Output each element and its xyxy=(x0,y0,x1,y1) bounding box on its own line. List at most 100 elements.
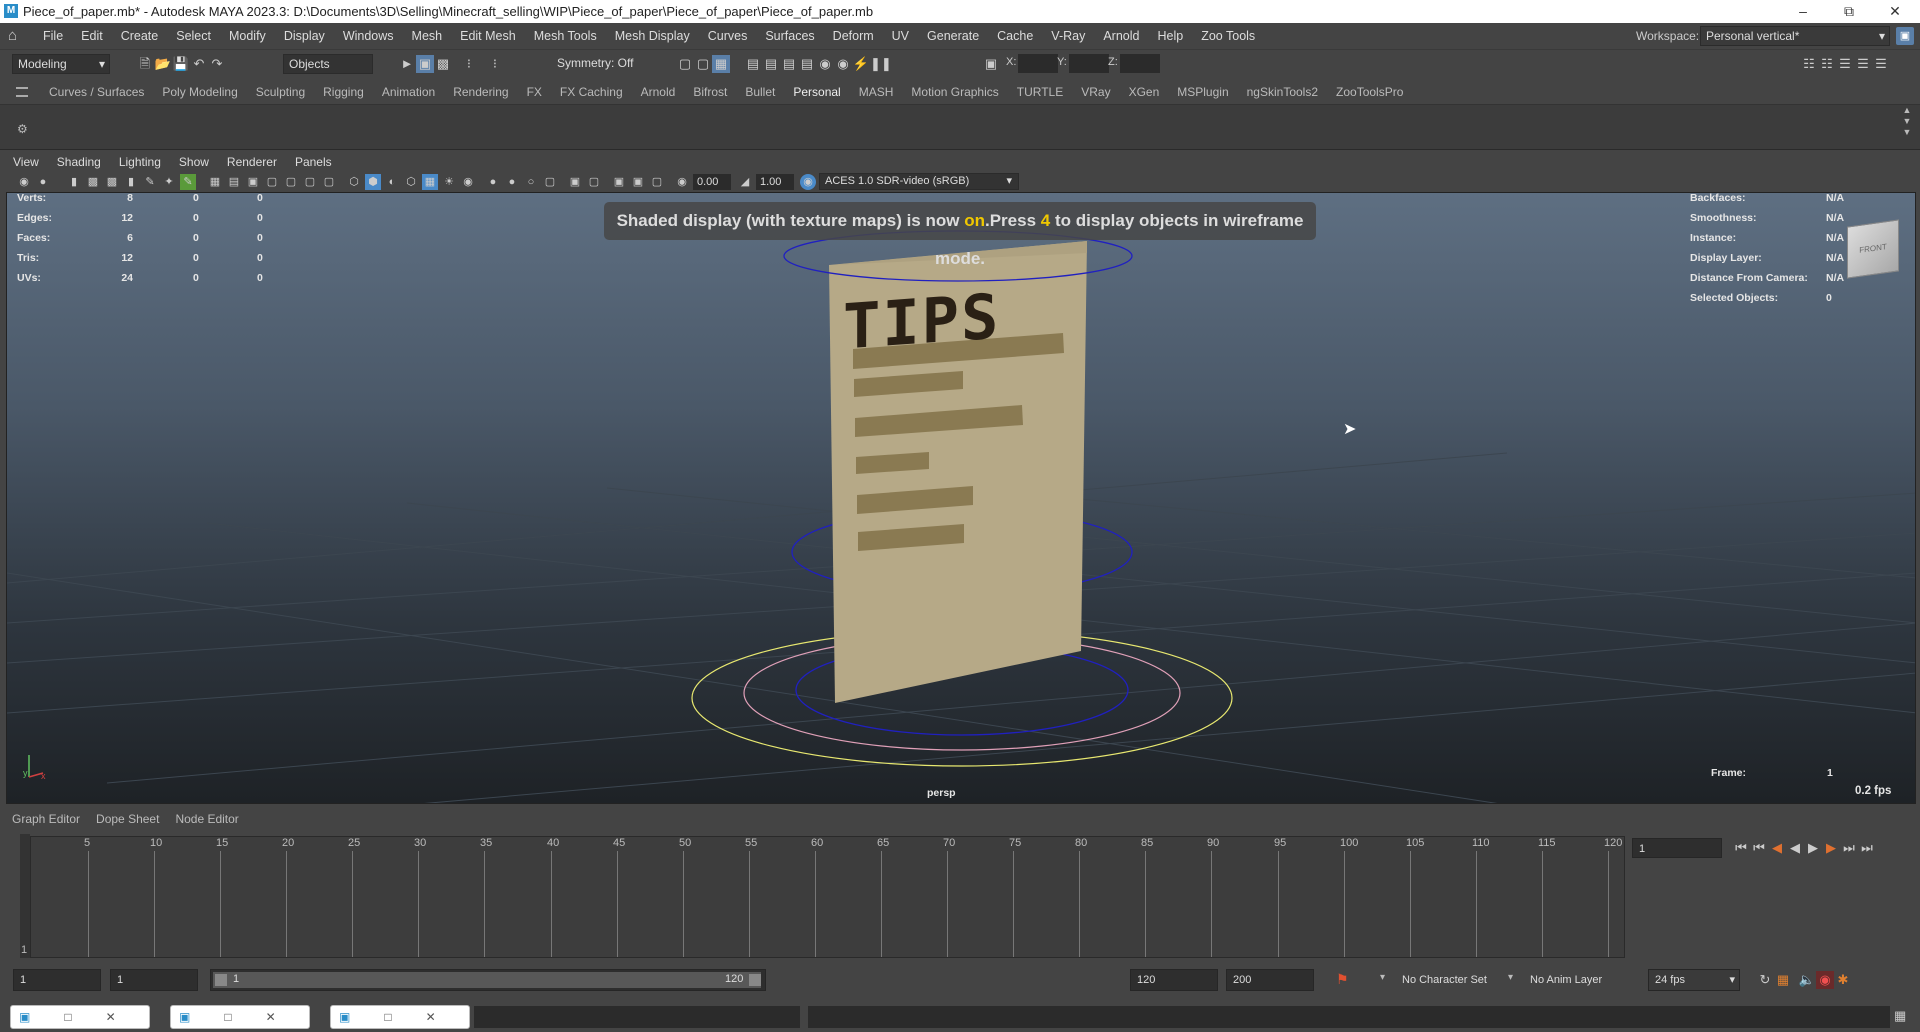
viewport-menu-shading[interactable]: Shading xyxy=(48,153,110,171)
snap-curve-icon[interactable]: ⁝ xyxy=(486,55,504,73)
gate-mask-icon[interactable]: ▣ xyxy=(245,174,261,190)
backface-culling-icon[interactable]: ▢ xyxy=(649,174,665,190)
shelf-tab-animation[interactable]: Animation xyxy=(373,79,444,105)
playback-start-field[interactable]: 1 xyxy=(110,969,198,991)
output-ops-icon[interactable]: ▢ xyxy=(694,55,712,73)
modeling-toolkit-icon[interactable]: ☷ xyxy=(1800,55,1818,73)
command-line-input[interactable] xyxy=(474,1006,800,1028)
shelf-tab-mash[interactable]: MASH xyxy=(850,79,903,105)
close-icon[interactable]: ✕ xyxy=(106,1010,116,1024)
play-backwards-icon[interactable]: ◀ xyxy=(1786,839,1804,857)
transform-mode-icon[interactable]: ▣ xyxy=(982,55,1000,73)
wireframe-cube-icon[interactable]: ⬡ xyxy=(346,174,362,190)
menu-surfaces[interactable]: Surfaces xyxy=(756,23,823,49)
resolution-gate-icon[interactable]: ▤ xyxy=(226,174,242,190)
motion-blur-icon[interactable]: ● xyxy=(504,174,520,190)
select-camera-icon[interactable]: ◉ xyxy=(16,174,32,190)
scene-start-field[interactable]: 1 xyxy=(13,969,101,991)
safe-action-icon[interactable]: ▢ xyxy=(283,174,299,190)
menu-file[interactable]: File xyxy=(34,23,72,49)
shelf-tab-fx-caching[interactable]: FX Caching xyxy=(551,79,632,105)
step-back-key-icon[interactable]: ⏮ xyxy=(1750,839,1768,857)
vray-ipr-icon[interactable]: ⚡ xyxy=(852,55,870,73)
save-scene-icon[interactable]: 💾 xyxy=(172,55,190,73)
time-slider[interactable]: 1 5 10 15 20 25 30 35 40 45 50 55 60 65 70 75 80 85 90 95 1… xyxy=(21,836,1625,958)
screen-space-ao-icon[interactable]: ● xyxy=(485,174,501,190)
shelf-tab-turtle[interactable]: TURTLE xyxy=(1008,79,1072,105)
step-forward-key-icon[interactable]: ⏭ xyxy=(1840,839,1858,857)
minimized-window-3[interactable]: ▣ □ ✕ xyxy=(330,1005,470,1029)
z-field[interactable] xyxy=(1120,54,1160,73)
gamma-field[interactable]: 1.00 xyxy=(756,173,794,190)
record-icon[interactable]: ◉ xyxy=(1816,971,1834,989)
wireframe-on-shaded-icon[interactable]: ⬡ xyxy=(403,174,419,190)
tumble-icon[interactable]: ✦ xyxy=(161,174,177,190)
viewport-menu-panels[interactable]: Panels xyxy=(286,153,341,171)
minimize-button[interactable]: – xyxy=(1780,0,1826,23)
select-by-hierarchy-icon[interactable]: ► xyxy=(398,55,416,73)
color-management-icon[interactable]: ◉ xyxy=(800,173,816,190)
chevron-down-icon[interactable]: ▾ xyxy=(1508,972,1513,983)
image-plane-icon[interactable]: ▩ xyxy=(104,174,120,190)
scene-end-field[interactable]: 200 xyxy=(1226,969,1314,991)
close-icon[interactable]: ✕ xyxy=(266,1010,276,1024)
depth-of-field-icon[interactable]: ▢ xyxy=(542,174,558,190)
menuset-dropdown[interactable]: Modeling ▾ xyxy=(12,54,110,74)
shelf-tab-zootoolspro[interactable]: ZooToolsPro xyxy=(1327,79,1412,105)
tab-graph-editor[interactable]: Graph Editor xyxy=(4,808,88,830)
menu-mesh[interactable]: Mesh xyxy=(403,23,452,49)
x-field[interactable] xyxy=(1018,54,1058,73)
grid-icon[interactable]: ✎ xyxy=(180,173,196,190)
step-back-frame-icon[interactable]: ◀ xyxy=(1768,839,1786,857)
time-slider-handle[interactable] xyxy=(20,834,30,958)
shelf-tab-arnold[interactable]: Arnold xyxy=(632,79,685,105)
field-chart-icon[interactable]: ▢ xyxy=(264,174,280,190)
multisample-aa-icon[interactable]: ○ xyxy=(523,174,539,190)
textured-icon[interactable]: ▦ xyxy=(422,173,438,190)
viewport-menu-show[interactable]: Show xyxy=(170,153,218,171)
shelf-tab-bifrost[interactable]: Bifrost xyxy=(684,79,736,105)
channel-box-icon[interactable]: ☰ xyxy=(1854,55,1872,73)
range-slider-bar-fill[interactable] xyxy=(213,972,761,988)
shelf-tab-ngskintools2[interactable]: ngSkinTools2 xyxy=(1238,79,1327,105)
menu-zoo-tools[interactable]: Zoo Tools xyxy=(1192,23,1264,49)
undo-icon[interactable]: ↶ xyxy=(190,55,208,73)
anim-prefs-icon[interactable]: ✱ xyxy=(1834,971,1852,989)
menu-select[interactable]: Select xyxy=(167,23,220,49)
step-forward-frame-icon[interactable]: ▶ xyxy=(1822,839,1840,857)
redo-icon[interactable]: ↷ xyxy=(208,55,226,73)
wireframe-icon[interactable]: ▢ xyxy=(321,174,337,190)
range-slider[interactable]: 1 120 xyxy=(210,969,766,991)
shelf-tab-poly-modeling[interactable]: Poly Modeling xyxy=(153,79,246,105)
exposure-field[interactable]: 0.00 xyxy=(693,173,731,190)
minimized-window-1[interactable]: ▣ □ ✕ xyxy=(10,1005,150,1029)
go-to-end-icon[interactable]: ⏭ xyxy=(1858,839,1876,857)
menu-generate[interactable]: Generate xyxy=(918,23,988,49)
go-to-start-icon[interactable]: ⏮ xyxy=(1732,839,1750,857)
selection-mask-dropdown[interactable]: Objects xyxy=(283,54,373,74)
workspace-dropdown[interactable]: Personal vertical* ▾ xyxy=(1700,26,1890,46)
menu-mesh-display[interactable]: Mesh Display xyxy=(606,23,699,49)
xray-icon[interactable]: ▢ xyxy=(586,174,602,190)
shelf-tab-xgen[interactable]: XGen xyxy=(1120,79,1169,105)
smooth-shade-icon[interactable]: ⬢ xyxy=(365,173,381,190)
range-end-handle[interactable] xyxy=(749,974,761,986)
safe-title-icon[interactable]: ▢ xyxy=(302,174,318,190)
sound-icon[interactable]: 🔈 xyxy=(1798,971,1816,989)
xray-active-icon[interactable]: ▣ xyxy=(630,174,646,190)
colorspace-dropdown[interactable]: ACES 1.0 SDR-video (sRGB) ▾ xyxy=(819,173,1019,190)
playback-end-field[interactable]: 120 xyxy=(1130,969,1218,991)
menu-create[interactable]: Create xyxy=(112,23,168,49)
shelf-tab-vray[interactable]: VRay xyxy=(1072,79,1119,105)
shelf-tab-personal[interactable]: Personal xyxy=(784,79,849,105)
menu-edit-mesh[interactable]: Edit Mesh xyxy=(451,23,525,49)
current-frame-field[interactable]: 1 xyxy=(1632,838,1722,858)
shelf-tab-sculpting[interactable]: Sculpting xyxy=(247,79,314,105)
range-start-handle[interactable] xyxy=(215,974,227,986)
lock-icon[interactable]: ▣ xyxy=(1896,27,1914,45)
xray-joints-icon[interactable]: ▣ xyxy=(611,174,627,190)
close-button[interactable]: ✕ xyxy=(1872,0,1918,23)
vray-render-icon[interactable]: ◉ xyxy=(834,55,852,73)
render-view-icon[interactable]: ◉ xyxy=(816,55,834,73)
viewport-menu-lighting[interactable]: Lighting xyxy=(110,153,170,171)
